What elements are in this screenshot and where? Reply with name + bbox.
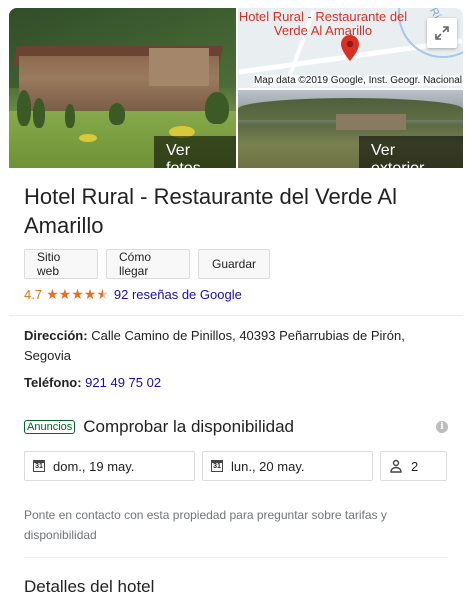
availability-header: Anuncios Comprobar la disponibilidad i <box>24 417 448 437</box>
checkout-date-field[interactable]: 31 lun., 20 may. <box>202 451 373 481</box>
rating-row: 4.7 ★ ★ ★ ★ ★ 92 reseñas de Google <box>24 286 242 302</box>
info-icon[interactable]: i <box>436 421 448 433</box>
photo-tree <box>65 104 75 128</box>
expand-icon <box>435 26 449 40</box>
checkin-date-field[interactable]: 31 dom., 19 may. <box>24 451 195 481</box>
photo-flowers <box>79 134 97 142</box>
availability-title: Comprobar la disponibilidad <box>83 417 294 436</box>
photo-tree <box>17 90 31 126</box>
map-credit: Map data ©2019 Google, Inst. Geogr. Naci… <box>252 75 463 86</box>
photo-tree <box>33 98 45 128</box>
star-icon: ★ <box>83 286 97 302</box>
exterior-photo[interactable]: Ver exterior <box>238 90 463 168</box>
phone-info: Teléfono: 921 49 75 02 <box>24 373 424 393</box>
map-pin-icon <box>341 35 359 61</box>
divider <box>24 557 448 558</box>
guests-field[interactable]: 2 <box>380 451 447 481</box>
checkout-date: lun., 20 may. <box>231 458 305 474</box>
guests-count: 2 <box>411 458 419 474</box>
save-button[interactable]: Guardar <box>198 249 270 279</box>
address-label: Dirección: <box>24 328 88 343</box>
map-place-title: Hotel Rural - Restaurante del Verde Al A… <box>238 9 408 38</box>
phone-link[interactable]: 921 49 75 02 <box>85 375 161 390</box>
phone-label: Teléfono: <box>24 375 82 390</box>
hotel-details-heading: Detalles del hotel <box>24 577 155 596</box>
directions-button[interactable]: Cómo llegar <box>106 249 190 279</box>
person-icon <box>390 459 402 473</box>
website-button[interactable]: Sitio web <box>24 249 98 279</box>
half-star-icon: ★ <box>96 286 109 302</box>
contact-note: Ponte en contacto con esta propiedad par… <box>24 508 387 542</box>
address-info: Dirección: Calle Camino de Pinillos, 403… <box>24 326 424 366</box>
calendar-icon: 31 <box>33 460 45 472</box>
photo-tree <box>205 92 229 124</box>
star-icon: ★ <box>71 286 84 302</box>
rating-stars: ★ ★ ★ ★ ★ <box>46 286 109 302</box>
action-buttons: Sitio web Cómo llegar Guardar <box>24 249 270 279</box>
ads-badge: Anuncios <box>24 420 76 434</box>
expand-map-button[interactable] <box>427 18 457 48</box>
map-thumbnail[interactable]: Hotel Rural - Restaurante del Verde Al A… <box>238 8 463 88</box>
photo-barn <box>336 114 406 130</box>
rating-value: 4.7 <box>24 286 43 302</box>
calendar-icon: 31 <box>211 460 223 472</box>
photo-building-annex <box>149 48 209 86</box>
reviews-link[interactable]: 92 reseñas de Google <box>114 287 242 302</box>
photo-strip: Ver fotos Hotel Rural - Restaurante del … <box>9 8 463 168</box>
ver-exterior-label[interactable]: Ver exterior <box>359 136 463 168</box>
ver-fotos-label[interactable]: Ver fotos <box>154 136 236 168</box>
photo-tree <box>109 103 125 125</box>
hotel-photo[interactable]: Ver fotos <box>9 8 236 168</box>
divider <box>9 315 463 316</box>
booking-fields: 31 dom., 19 may. 31 lun., 20 may. 2 <box>24 451 447 481</box>
star-icon: ★ <box>58 286 72 302</box>
hotel-name: Hotel Rural - Restaurante del Verde Al A… <box>24 184 397 238</box>
checkin-date: dom., 19 may. <box>53 458 135 474</box>
star-icon: ★ <box>46 286 59 302</box>
